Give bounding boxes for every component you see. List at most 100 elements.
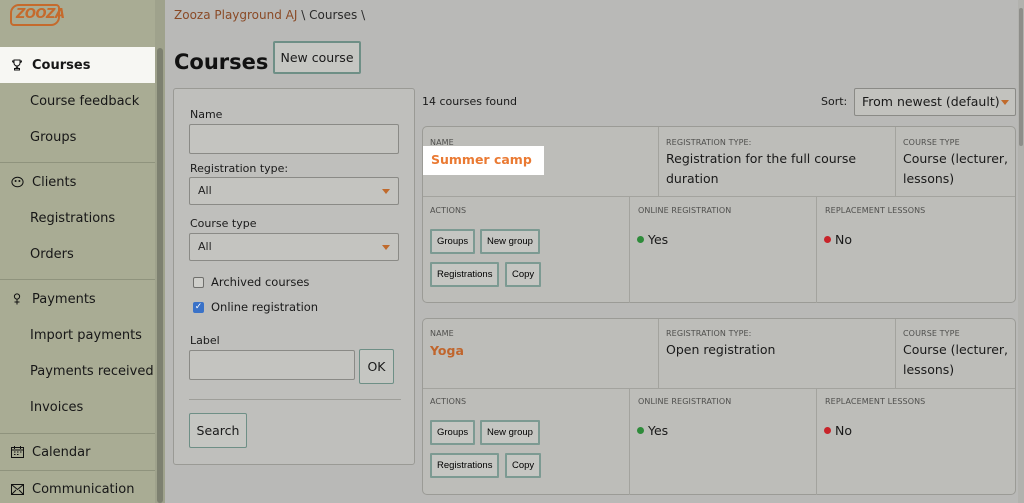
sort-select[interactable]: From newest (default) — [854, 88, 1016, 116]
name-filter-label: Name — [190, 108, 223, 121]
sort-label: Sort: — [821, 95, 848, 108]
archived-courses-checkbox[interactable]: Archived courses — [193, 275, 309, 289]
registration-type-label: Registration type: — [190, 162, 289, 175]
status-dot-red-icon — [824, 427, 831, 434]
course-name-link[interactable]: Summer camp — [423, 146, 544, 175]
envelope-icon — [8, 483, 26, 495]
course-type-value: lessons) — [903, 362, 955, 377]
registration-type-select[interactable]: All — [189, 177, 399, 205]
label-filter-input[interactable] — [189, 350, 355, 380]
label-filter-label: Label — [190, 334, 220, 347]
checkbox-unchecked-icon[interactable] — [193, 276, 204, 288]
sidebar-item-payments[interactable]: Payments — [0, 281, 155, 317]
online-registration-text: Yes — [648, 232, 669, 247]
column-caption: ACTIONS — [430, 206, 467, 215]
sidebar-item-label: Orders — [30, 246, 74, 262]
filter-panel: Name Registration type: All Course type … — [173, 88, 415, 465]
groups-button[interactable]: Groups — [430, 420, 476, 445]
breadcrumb-org-link[interactable]: Zooza Playground AJ — [174, 8, 297, 22]
column-caption: COURSE TYPE — [903, 138, 960, 147]
copy-button[interactable]: Copy — [505, 262, 542, 287]
breadcrumb: Zooza Playground AJ \ Courses \ — [174, 8, 365, 22]
course-name-link[interactable]: Yoga — [430, 343, 464, 358]
sidebar-scrollbar-thumb[interactable] — [157, 48, 163, 503]
sidebar-item-import-payments[interactable]: Import payments — [0, 317, 155, 353]
sidebar-item-courses[interactable]: Courses — [0, 47, 155, 83]
sidebar-item-groups[interactable]: Groups — [0, 119, 155, 155]
sidebar-item-payments-received[interactable]: Payments received — [0, 353, 155, 389]
sidebar-item-label: Communication — [32, 481, 135, 497]
sidebar-item-label: Courses — [32, 57, 91, 73]
coins-icon — [8, 292, 26, 306]
sidebar-item-label: Course feedback — [30, 93, 140, 109]
course-type-value: All — [198, 240, 212, 253]
status-dot-red-icon — [824, 236, 831, 243]
status-dot-green-icon — [637, 236, 644, 243]
column-caption: REGISTRATION TYPE: — [666, 329, 752, 338]
breadcrumb-separator: \ — [361, 8, 366, 22]
column-caption: ACTIONS — [430, 397, 467, 406]
sort-value: From newest (default) — [862, 94, 1000, 109]
online-registration-checkbox[interactable]: ✓ Online registration — [193, 300, 318, 314]
sidebar-item-label: Payments received — [30, 363, 154, 379]
sidebar-item-label: Groups — [30, 129, 77, 145]
chevron-down-icon — [1001, 100, 1009, 105]
breadcrumb-current: Courses — [309, 8, 358, 22]
page-scrollbar-thumb[interactable] — [1019, 8, 1023, 146]
course-type-value: Course (lecturer, — [903, 151, 1009, 166]
online-registration-text: Yes — [648, 423, 669, 438]
new-group-button[interactable]: New group — [480, 229, 540, 254]
page-title: Courses — [174, 50, 269, 74]
trophy-icon — [8, 59, 26, 71]
registrations-button[interactable]: Registrations — [430, 262, 500, 287]
results-count: 14 courses found — [422, 95, 518, 108]
sidebar-item-label: Registrations — [30, 210, 116, 226]
clients-icon — [8, 176, 26, 188]
sidebar-item-orders[interactable]: Orders — [0, 236, 155, 272]
sidebar-item-label: Invoices — [30, 399, 84, 415]
sidebar-item-communication[interactable]: Communication — [0, 471, 155, 503]
column-caption: REPLACEMENT LESSONS — [825, 206, 926, 215]
sidebar-item-registrations[interactable]: Registrations — [0, 200, 155, 236]
status-dot-green-icon — [637, 427, 644, 434]
column-caption: NAME — [430, 329, 454, 338]
chevron-down-icon — [382, 189, 390, 194]
column-caption: ONLINE REGISTRATION — [638, 206, 732, 215]
column-caption: REPLACEMENT LESSONS — [825, 397, 926, 406]
copy-button[interactable]: Copy — [505, 453, 542, 478]
sidebar-item-label: Import payments — [30, 327, 142, 343]
replacement-lessons-text: No — [835, 423, 852, 438]
archived-courses-label: Archived courses — [211, 275, 310, 289]
course-card: NAME Summer camp REGISTRATION TYPE: Regi… — [422, 126, 1016, 303]
registration-type-value: Open registration — [666, 342, 776, 357]
registrations-button[interactable]: Registrations — [430, 453, 500, 478]
course-type-select[interactable]: All — [189, 233, 399, 261]
checkbox-checked-icon[interactable]: ✓ — [193, 301, 204, 313]
name-filter-input[interactable] — [189, 124, 399, 154]
new-course-button[interactable]: New course — [273, 41, 361, 74]
label-ok-button[interactable]: OK — [359, 349, 394, 384]
replacement-lessons-value: No — [824, 230, 852, 250]
zooza-logo[interactable]: ZOOZA — [10, 4, 65, 26]
groups-button[interactable]: Groups — [430, 229, 476, 254]
online-registration-label: Online registration — [211, 300, 319, 314]
filter-divider — [189, 399, 401, 400]
search-button[interactable]: Search — [189, 413, 247, 448]
sidebar-item-label: Clients — [32, 174, 77, 190]
online-registration-value: Yes — [637, 230, 668, 250]
sidebar-item-clients[interactable]: Clients — [0, 164, 155, 200]
sidebar-item-invoices[interactable]: Invoices — [0, 389, 155, 425]
sidebar: ZOOZA Courses Course feedback Groups Cli… — [0, 0, 165, 503]
course-card: NAME Yoga REGISTRATION TYPE: Open regist… — [422, 318, 1016, 495]
sidebar-divider — [0, 162, 155, 163]
registration-type-value: Registration for the full course — [666, 151, 857, 166]
calendar-icon — [8, 446, 26, 458]
sidebar-item-calendar[interactable]: Calendar — [0, 434, 155, 470]
sidebar-item-course-feedback[interactable]: Course feedback — [0, 83, 155, 119]
replacement-lessons-value: No — [824, 421, 852, 441]
chevron-down-icon — [382, 245, 390, 250]
sidebar-item-label: Payments — [32, 291, 96, 307]
breadcrumb-separator: \ — [301, 8, 306, 22]
course-type-value: Course (lecturer, — [903, 342, 1009, 357]
new-group-button[interactable]: New group — [480, 420, 540, 445]
